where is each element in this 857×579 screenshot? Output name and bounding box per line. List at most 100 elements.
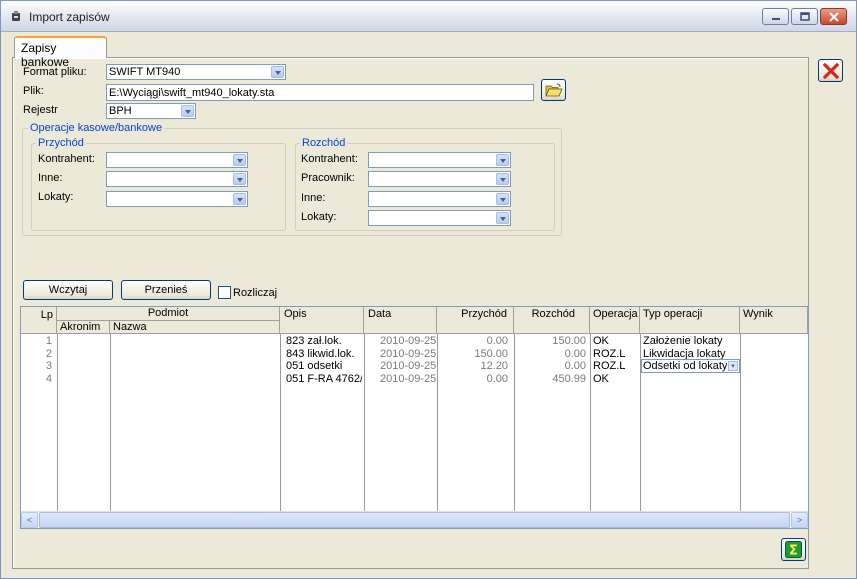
column-divider (514, 334, 515, 511)
cell-przychod: 150.00 (474, 348, 508, 360)
transfer-button[interactable]: Przenieś (121, 280, 211, 300)
chevron-down-icon[interactable] (496, 193, 509, 205)
svg-text:Σ: Σ (789, 544, 798, 559)
format-select[interactable]: SWIFT MT940 (106, 64, 286, 80)
file-path-input[interactable]: E:\Wyciągi\swift_mt940_lokaty.sta (106, 84, 534, 101)
header-akronim[interactable]: Akronim (57, 321, 110, 334)
header-typ-operacji[interactable]: Typ operacji (640, 307, 740, 334)
cell-opis: 051 odsetki (286, 360, 343, 372)
maximize-icon (799, 12, 810, 21)
expense-other-label: Inne: (301, 192, 326, 204)
file-path-value: E:\Wyciągi\swift_mt940_lokaty.sta (109, 87, 275, 99)
header-typ-label: Typ operacji (643, 308, 703, 320)
expense-contractor-select[interactable] (368, 152, 511, 168)
window-title: Import zapisów (29, 10, 110, 24)
header-podmiot[interactable]: Podmiot (57, 307, 280, 321)
expense-employee-select[interactable] (368, 171, 511, 187)
chevron-down-icon[interactable] (271, 66, 284, 78)
maximize-button[interactable] (791, 8, 818, 25)
expense-group-title: Rozchód (300, 137, 348, 149)
records-table[interactable]: Lp Podmiot Akronim Nazwa Opis Data Przyc… (20, 306, 809, 529)
header-wynik-label: Wynik (743, 308, 773, 320)
sum-button[interactable]: Σ (781, 538, 806, 561)
sigma-icon: Σ (785, 541, 802, 558)
register-select[interactable]: BPH (106, 103, 196, 119)
header-operacja-label: Operacja (593, 308, 638, 320)
cell-rozchod: 0.00 (564, 348, 586, 360)
income-other-select[interactable] (106, 171, 248, 187)
column-divider (57, 334, 58, 511)
expense-other-select[interactable] (368, 191, 511, 207)
cell-lp: 1 (45, 335, 52, 347)
chevron-down-icon[interactable] (233, 193, 246, 205)
chevron-down-icon[interactable] (233, 173, 246, 185)
chevron-down-icon[interactable] (496, 173, 509, 185)
header-lp[interactable]: Lp (21, 307, 57, 334)
scroll-left-button[interactable]: < (21, 512, 38, 528)
scroll-right-button[interactable]: > (791, 512, 808, 528)
header-opis[interactable]: Opis (280, 307, 364, 334)
header-rozchod[interactable]: Rozchód (514, 307, 590, 334)
close-icon (828, 11, 839, 22)
income-other-label: Inne: (38, 172, 63, 184)
close-window-button[interactable] (820, 8, 847, 25)
column-divider (740, 334, 741, 511)
income-deposits-label: Lokaty: (38, 191, 74, 203)
cell-operacja: ROZ.L (593, 348, 626, 360)
cell-data: 2010-09-25 (380, 348, 437, 360)
minimize-icon (771, 17, 780, 20)
cell-data: 2010-09-25 (380, 373, 437, 385)
cell-typ: Założenie lokaty (643, 335, 723, 347)
header-rozchod-label: Rozchód (531, 308, 575, 320)
income-contractor-select[interactable] (106, 152, 248, 168)
title-bar[interactable]: Import zapisów (1, 1, 856, 32)
chevron-down-icon[interactable]: ▾ (728, 361, 738, 371)
minimize-button[interactable] (762, 8, 789, 25)
cell-rozchod: 0.00 (564, 360, 586, 372)
horizontal-scrollbar[interactable]: < > (21, 511, 808, 528)
column-divider (280, 334, 281, 511)
expense-employee-label: Pracownik: (301, 172, 355, 184)
cell-data: 2010-09-25 (380, 335, 437, 347)
tab-zapisy-bankowe[interactable]: Zapisy bankowe (14, 36, 107, 69)
header-nazwa[interactable]: Nazwa (110, 321, 280, 334)
header-przychod[interactable]: Przychód (437, 307, 514, 334)
cell-opis: 823 zał.lok. (286, 335, 342, 347)
chevron-left-icon: < (26, 515, 33, 525)
expense-contractor-label: Kontrahent: (301, 153, 358, 165)
tab-label: Zapisy bankowe (21, 41, 70, 69)
cell-przychod: 0.00 (486, 373, 508, 385)
settle-checkbox[interactable] (218, 286, 231, 299)
cell-lp: 4 (45, 373, 52, 385)
header-operacja[interactable]: Operacja (590, 307, 640, 334)
header-akronim-label: Akronim (60, 321, 101, 333)
header-nazwa-label: Nazwa (113, 321, 147, 333)
row-type-select[interactable]: Odsetki od lokaty ▾ (641, 359, 740, 373)
chevron-down-icon[interactable] (496, 154, 509, 166)
header-wynik[interactable]: Wynik (740, 307, 808, 334)
close-form-button[interactable] (818, 59, 843, 82)
cell-data: 2010-09-25 (380, 360, 437, 372)
income-deposits-select[interactable] (106, 191, 248, 207)
column-divider (437, 334, 438, 511)
header-opis-label: Opis (284, 308, 307, 320)
column-divider (364, 334, 365, 511)
browse-file-button[interactable] (541, 79, 566, 101)
expense-deposits-select[interactable] (368, 210, 511, 226)
header-lp-label: Lp (40, 309, 53, 321)
load-button[interactable]: Wczytaj (23, 280, 113, 300)
chevron-down-icon[interactable] (233, 154, 246, 166)
cell-przychod: 0.00 (486, 335, 508, 347)
cell-rozchod: 150.00 (552, 335, 586, 347)
format-value: SWIFT MT940 (109, 66, 181, 78)
chevron-down-icon[interactable] (181, 105, 194, 117)
cell-przychod: 12.20 (480, 360, 508, 372)
register-label: Rejestr (23, 104, 58, 116)
scrollbar-thumb[interactable] (39, 512, 790, 528)
cell-operacja: OK (593, 335, 609, 347)
header-data[interactable]: Data (364, 307, 437, 334)
cell-rozchod: 450.99 (552, 373, 586, 385)
app-icon (12, 11, 20, 21)
income-contractor-label: Kontrahent: (38, 153, 95, 165)
chevron-down-icon[interactable] (496, 212, 509, 224)
